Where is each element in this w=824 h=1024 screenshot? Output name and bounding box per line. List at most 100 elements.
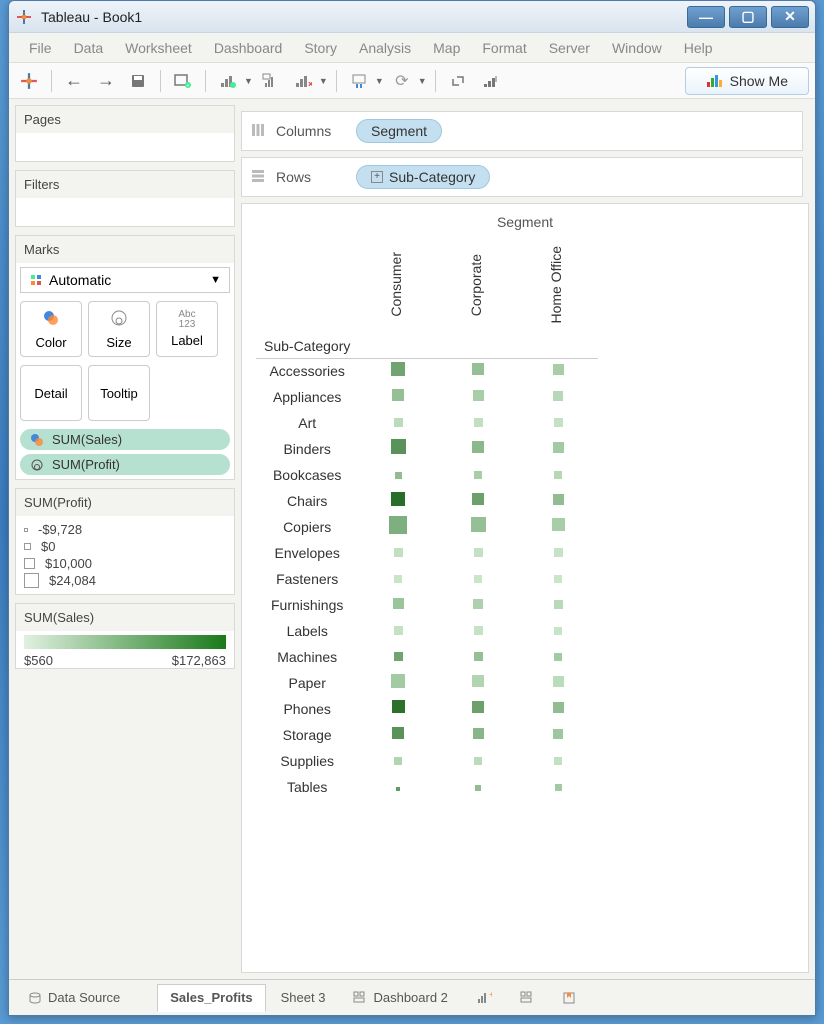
mark-square[interactable]	[475, 785, 481, 791]
mark-square[interactable]	[474, 548, 483, 557]
row-label[interactable]: Bookcases	[256, 462, 358, 488]
mark-square[interactable]	[392, 700, 405, 713]
menu-analysis[interactable]: Analysis	[349, 36, 421, 60]
swap-button[interactable]	[444, 67, 472, 95]
minimize-button[interactable]: —	[687, 6, 725, 28]
mark-square[interactable]	[554, 575, 562, 583]
menu-format[interactable]: Format	[472, 36, 536, 60]
mark-square[interactable]	[474, 418, 483, 427]
mark-square[interactable]	[472, 363, 484, 375]
mark-square[interactable]	[472, 701, 484, 713]
row-label[interactable]: Supplies	[256, 748, 358, 774]
mark-square[interactable]	[473, 390, 484, 401]
row-label[interactable]: Envelopes	[256, 540, 358, 566]
titlebar[interactable]: Tableau - Book1 — ▢ ✕	[9, 1, 815, 33]
mark-square[interactable]	[473, 599, 483, 609]
rows-shelf[interactable]: Rows +Sub-Category	[241, 157, 803, 197]
back-button[interactable]: ←	[60, 67, 88, 95]
mark-square[interactable]	[391, 674, 405, 688]
mark-square[interactable]	[553, 494, 564, 505]
mark-square[interactable]	[553, 702, 564, 713]
row-label[interactable]: Machines	[256, 644, 358, 670]
new-datasource-button[interactable]: +	[169, 67, 197, 95]
menu-file[interactable]: File	[19, 36, 62, 60]
close-button[interactable]: ✕	[771, 6, 809, 28]
marks-type-dropdown[interactable]: Automatic ▼	[20, 267, 230, 293]
columns-pill-segment[interactable]: Segment	[356, 119, 442, 143]
mark-square[interactable]	[389, 516, 407, 534]
row-label[interactable]: Furnishings	[256, 592, 358, 618]
mark-square[interactable]	[554, 757, 562, 765]
new-worksheet-button[interactable]	[214, 67, 242, 95]
pages-shelf[interactable]: Pages	[15, 105, 235, 162]
mark-square[interactable]	[552, 518, 565, 531]
row-label[interactable]: Phones	[256, 696, 358, 722]
forward-button[interactable]: →	[92, 67, 120, 95]
mark-square[interactable]	[392, 727, 404, 739]
row-label[interactable]: Storage	[256, 722, 358, 748]
mark-square[interactable]	[396, 787, 400, 791]
mark-square[interactable]	[555, 784, 562, 791]
pause-updates-button[interactable]	[345, 67, 373, 95]
mark-square[interactable]	[554, 471, 562, 479]
menu-window[interactable]: Window	[602, 36, 672, 60]
menu-help[interactable]: Help	[674, 36, 723, 60]
row-label[interactable]: Labels	[256, 618, 358, 644]
row-label[interactable]: Copiers	[256, 514, 358, 540]
mark-square[interactable]	[394, 757, 402, 765]
mark-square[interactable]	[392, 389, 404, 401]
menu-server[interactable]: Server	[539, 36, 600, 60]
mark-square[interactable]	[553, 729, 563, 739]
mark-square[interactable]	[553, 442, 564, 453]
label-button[interactable]: Abc123Label	[156, 301, 218, 357]
mark-square[interactable]	[554, 418, 563, 427]
row-label[interactable]: Appliances	[256, 384, 358, 410]
row-label[interactable]: Art	[256, 410, 358, 436]
save-button[interactable]	[124, 67, 152, 95]
row-label[interactable]: Tables	[256, 774, 358, 800]
mark-square[interactable]	[474, 471, 482, 479]
mark-square[interactable]	[391, 492, 405, 506]
mark-square[interactable]	[391, 362, 405, 376]
mark-square[interactable]	[394, 626, 403, 635]
color-legend[interactable]: SUM(Sales) $560$172,863	[15, 603, 235, 669]
mark-square[interactable]	[474, 652, 483, 661]
maximize-button[interactable]: ▢	[729, 6, 767, 28]
row-label[interactable]: Paper	[256, 670, 358, 696]
mark-square[interactable]	[391, 439, 406, 454]
menu-map[interactable]: Map	[423, 36, 470, 60]
refresh-button[interactable]: ⟳	[388, 67, 416, 95]
col-header[interactable]: Consumer	[366, 246, 426, 323]
expand-icon[interactable]: +	[371, 171, 383, 183]
mark-square[interactable]	[473, 728, 484, 739]
row-label[interactable]: Accessories	[256, 358, 358, 384]
row-label[interactable]: Fasteners	[256, 566, 358, 592]
tab-sales-profits[interactable]: Sales_Profits	[157, 984, 265, 1012]
mark-square[interactable]	[394, 548, 403, 557]
sort-asc-button[interactable]	[476, 67, 504, 95]
new-worksheet-tab[interactable]: +	[463, 984, 505, 1012]
menu-dashboard[interactable]: Dashboard	[204, 36, 293, 60]
row-label[interactable]: Binders	[256, 436, 358, 462]
tableau-logo-icon[interactable]	[15, 67, 43, 95]
mark-square[interactable]	[553, 391, 563, 401]
tooltip-button[interactable]: Tooltip	[88, 365, 150, 421]
marks-pill-size[interactable]: SUM(Profit)	[20, 454, 230, 475]
row-label[interactable]: Chairs	[256, 488, 358, 514]
mark-square[interactable]	[395, 472, 402, 479]
new-dashboard-tab[interactable]	[507, 984, 547, 1012]
mark-square[interactable]	[474, 626, 483, 635]
mark-square[interactable]	[553, 676, 564, 687]
marks-pill-color[interactable]: SUM(Sales)	[20, 429, 230, 450]
size-button[interactable]: Size	[88, 301, 150, 357]
size-legend[interactable]: SUM(Profit) -$9,728 $0 $10,000 $24,084	[15, 488, 235, 595]
columns-shelf[interactable]: Columns Segment	[241, 111, 803, 151]
tab-datasource[interactable]: Data Source	[15, 984, 133, 1012]
clear-sheet-button[interactable]: ×	[289, 67, 317, 95]
mark-square[interactable]	[553, 364, 564, 375]
detail-button[interactable]: Detail	[20, 365, 82, 421]
mark-square[interactable]	[472, 441, 484, 453]
mark-square[interactable]	[472, 675, 484, 687]
mark-square[interactable]	[393, 598, 404, 609]
viz-canvas[interactable]: Segment ConsumerCorporateHome OfficeSub-…	[241, 203, 809, 973]
